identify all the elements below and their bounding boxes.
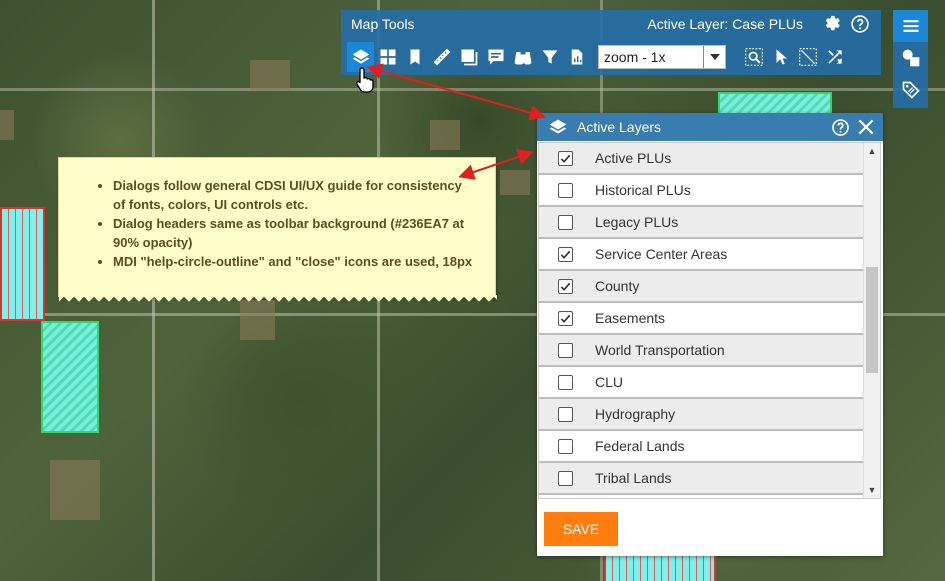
zoom-select-value: zoom - 1x (604, 48, 666, 65)
filter-button[interactable] (536, 42, 563, 72)
filter-icon (542, 49, 557, 64)
shuffle-button[interactable] (821, 42, 848, 72)
close-icon[interactable] (855, 116, 877, 138)
layer-label: Active PLUs (595, 150, 672, 166)
design-note: Dialogs follow general CDSI UI/UX guide … (58, 157, 497, 303)
dialog-header: Active Layers (537, 113, 883, 141)
layer-list[interactable]: Active PLUs Historical PLUs Legacy PLUs Ser… (538, 142, 881, 499)
layer-row[interactable]: Historical PLUs (539, 175, 864, 207)
scroll-down-icon[interactable]: ▼ (864, 482, 880, 498)
tags-button[interactable] (893, 74, 928, 106)
layer-row[interactable]: Hydrography (539, 399, 864, 431)
checkbox-unchecked-icon[interactable] (558, 182, 573, 198)
bookmark-icon (410, 49, 419, 64)
help-circle-outline-icon[interactable] (829, 116, 851, 138)
settings-gear-icon[interactable] (821, 13, 843, 35)
menu-button[interactable] (893, 10, 928, 42)
plu-parcel-left[interactable] (0, 207, 45, 321)
zoom-select[interactable]: zoom - 1x (598, 44, 726, 69)
ruler-icon (433, 48, 450, 65)
select-rectangle-button[interactable] (794, 42, 821, 72)
layer-label: Federal Lands (595, 438, 685, 454)
shapes-icon (902, 49, 919, 67)
layer-row[interactable]: Service Center Areas (539, 239, 864, 271)
layer-list-scrollbar[interactable]: ▲ ▼ (863, 143, 880, 498)
layer-label: Legacy PLUs (595, 214, 679, 230)
plu-parcel-green[interactable] (41, 321, 99, 433)
save-button[interactable]: SAVE (544, 512, 618, 546)
layers-icon (547, 116, 569, 138)
chevron-down-icon[interactable] (703, 45, 725, 68)
select-pointer-button[interactable] (767, 42, 794, 72)
layer-label: World Transportation (595, 342, 725, 358)
scroll-up-icon[interactable]: ▲ (864, 143, 880, 159)
layer-row[interactable]: CLU (539, 367, 864, 399)
layer-label: Historical PLUs (595, 182, 691, 198)
layers-icon (352, 49, 369, 64)
layer-label: CLU (595, 374, 624, 390)
right-tool-sidebar (893, 10, 928, 108)
design-note-list: Dialogs follow general CDSI UI/UX guide … (97, 176, 475, 271)
checkbox-checked-icon[interactable] (558, 278, 573, 294)
checkbox-unchecked-icon[interactable] (558, 214, 573, 230)
file-chart-icon (571, 49, 582, 64)
layer-row[interactable]: Federal Lands (539, 431, 864, 463)
checkbox-checked-icon[interactable] (558, 150, 573, 166)
help-circle-icon[interactable] (849, 13, 871, 35)
toolbar-header: Map Tools Active Layer: Case PLUs (341, 10, 881, 38)
comment-button[interactable] (482, 42, 509, 72)
shapes-button[interactable] (893, 42, 928, 74)
grid-button[interactable] (374, 42, 401, 72)
design-note-item: Dialogs follow general CDSI UI/UX guide … (113, 176, 475, 214)
layer-label: Hydrography (595, 406, 676, 422)
layer-row[interactable]: Legacy PLUs (539, 207, 864, 239)
dialog-title: Active Layers (577, 119, 662, 135)
zoom-select-icon (744, 47, 763, 66)
layer-row[interactable]: World Transportation (539, 335, 864, 367)
active-layer-label: Active Layer: Case PLUs (647, 16, 803, 32)
toolbar-title: Map Tools (351, 16, 415, 32)
print-button[interactable] (455, 42, 482, 72)
binoculars-button[interactable] (509, 42, 536, 72)
toolbar-buttons: zoom - 1x (341, 38, 881, 75)
tag-icon (902, 81, 920, 99)
layer-label: Easements (595, 310, 666, 326)
layer-row[interactable]: Tribal Lands (539, 463, 864, 495)
measure-button[interactable] (428, 42, 455, 72)
note-torn-edge (59, 295, 497, 303)
layer-label: Tribal Lands (595, 470, 672, 486)
checkbox-unchecked-icon[interactable] (558, 406, 573, 422)
checkbox-unchecked-icon[interactable] (558, 374, 573, 390)
checkbox-checked-icon[interactable] (558, 310, 573, 326)
design-note-item: MDI "help-circle-outline" and "close" ic… (113, 252, 475, 271)
checkbox-unchecked-icon[interactable] (558, 342, 573, 358)
pointer-icon (776, 49, 787, 64)
layer-row[interactable]: County (539, 271, 864, 303)
scroll-thumb[interactable] (866, 267, 878, 373)
layers-button[interactable] (347, 41, 374, 72)
checkbox-unchecked-icon[interactable] (558, 438, 573, 454)
layer-label: County (595, 278, 640, 294)
select-rectangle-icon (798, 47, 817, 66)
zoom-to-selection-button[interactable] (740, 42, 767, 72)
print-icon (461, 49, 477, 65)
comment-icon (488, 49, 503, 64)
layer-label: Service Center Areas (595, 246, 728, 262)
layer-row[interactable]: Active PLUs (539, 143, 864, 175)
checkbox-unchecked-icon[interactable] (558, 470, 573, 486)
binoculars-icon (514, 51, 531, 64)
map-tools-toolbar: Map Tools Active Layer: Case PLUs zoom -… (341, 10, 881, 75)
layer-row[interactable]: Easements (539, 303, 864, 335)
grid-icon (380, 49, 395, 64)
active-layers-dialog: Active Layers Active PLUs Historical PLUs… (537, 113, 883, 556)
bookmark-button[interactable] (401, 42, 428, 72)
shuffle-icon (827, 49, 842, 64)
report-button[interactable] (563, 42, 590, 72)
design-note-item: Dialog headers same as toolbar backgroun… (113, 214, 475, 252)
checkbox-checked-icon[interactable] (558, 246, 573, 262)
layer-rows: Active PLUs Historical PLUs Legacy PLUs Ser… (539, 143, 880, 495)
menu-icon (903, 20, 918, 32)
